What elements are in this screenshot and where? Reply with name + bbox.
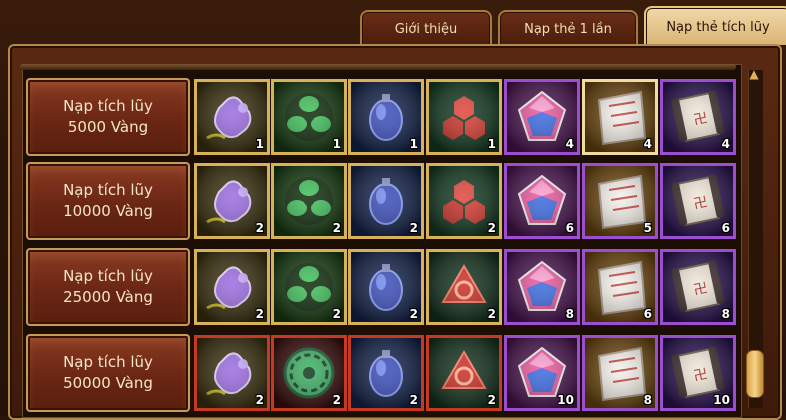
item-quantity: 1 [487, 137, 496, 151]
reward-row: Nạp tích lũy 5000 Vàng 1 1 1 1 4 4 4 [26, 76, 746, 156]
reward-item-slot[interactable]: 1 [348, 79, 424, 155]
reward-item-slot[interactable]: 2 [426, 163, 502, 239]
reward-item-slot[interactable]: 6 [504, 163, 580, 239]
item-quantity: 2 [409, 393, 418, 407]
item-quantity: 2 [332, 393, 341, 407]
reward-item-slot[interactable]: 2 [194, 163, 270, 239]
milestone-button[interactable]: Nạp tích lũy 50000 Vàng [26, 334, 190, 412]
item-quantity: 6 [643, 307, 652, 321]
reward-item-slot[interactable]: 8 [504, 249, 580, 325]
reward-item-slot[interactable]: 1 [194, 79, 270, 155]
milestone-title: Nạp tích lũy [63, 353, 153, 371]
item-quantity: 8 [721, 307, 730, 321]
scroll-up-arrow-icon[interactable]: ▲ [746, 66, 762, 82]
reward-item-slot[interactable]: 卍4 [660, 79, 736, 155]
item-quantity: 4 [565, 137, 574, 151]
reward-item-slot[interactable]: 卍6 [660, 163, 736, 239]
milestone-title: Nạp tích lũy [63, 267, 153, 285]
item-quantity: 4 [643, 137, 652, 151]
tab-single-topup[interactable]: Nạp thẻ 1 lần [498, 10, 638, 46]
item-quantity: 1 [409, 137, 418, 151]
reward-item-slot[interactable]: 2 [348, 335, 424, 411]
reward-row: Nạp tích lũy 10000 Vàng 2 2 2 2 6 5 6 [26, 160, 746, 240]
item-quantity: 2 [255, 307, 264, 321]
item-quantity: 5 [643, 221, 652, 235]
reward-item-slot[interactable]: 8 [582, 335, 658, 411]
reward-item-slot[interactable]: 2 [271, 249, 347, 325]
item-quantity: 1 [255, 137, 264, 151]
reward-item-slot[interactable]: 2 [194, 249, 270, 325]
reward-item-slot[interactable]: 1 [426, 79, 502, 155]
item-quantity: 2 [487, 221, 496, 235]
item-quantity: 6 [721, 221, 730, 235]
item-quantity: 8 [643, 393, 652, 407]
tab-introduction[interactable]: Giới thiệu [360, 10, 492, 46]
milestone-title: Nạp tích lũy [63, 181, 153, 199]
milestone-button[interactable]: Nạp tích lũy 25000 Vàng [26, 248, 190, 326]
reward-item-slot[interactable]: 2 [348, 163, 424, 239]
tab-bar: Giới thiệu Nạp thẻ 1 lần Nạp thẻ tích lũ… [360, 6, 786, 46]
reward-item-slot[interactable]: 6 [582, 249, 658, 325]
item-quantity: 10 [557, 393, 574, 407]
scrollbar-thumb[interactable] [746, 350, 764, 398]
item-quantity: 2 [255, 221, 264, 235]
milestone-button[interactable]: Nạp tích lũy 5000 Vàng [26, 78, 190, 156]
reward-item-slot[interactable]: 卍8 [660, 249, 736, 325]
milestone-button[interactable]: Nạp tích lũy 10000 Vàng [26, 162, 190, 240]
reward-row: Nạp tích lũy 50000 Vàng 2 2 2 2 10 8 10 [26, 332, 746, 412]
item-quantity: 10 [713, 393, 730, 407]
event-window: Giới thiệu Nạp thẻ 1 lần Nạp thẻ tích lũ… [0, 0, 786, 420]
milestone-amount: 10000 Vàng [63, 202, 153, 220]
reward-item-slot[interactable]: 2 [426, 249, 502, 325]
reward-item-slot[interactable]: 4 [582, 79, 658, 155]
item-quantity: 2 [332, 307, 341, 321]
milestone-title: Nạp tích lũy [63, 97, 153, 115]
item-quantity: 2 [332, 221, 341, 235]
item-quantity: 2 [409, 307, 418, 321]
item-quantity: 2 [487, 307, 496, 321]
tab-cumulative-topup[interactable]: Nạp thẻ tích lũy [644, 6, 786, 46]
item-quantity: 2 [409, 221, 418, 235]
reward-row: Nạp tích lũy 25000 Vàng 2 2 2 2 8 6 8 [26, 246, 746, 326]
milestone-amount: 50000 Vàng [63, 374, 153, 392]
reward-item-slot[interactable]: 2 [348, 249, 424, 325]
list-top-divider [20, 64, 736, 70]
reward-item-slot[interactable]: 2 [194, 335, 270, 411]
item-quantity: 2 [255, 393, 264, 407]
reward-item-slot[interactable]: 4 [504, 79, 580, 155]
reward-item-slot[interactable]: 1 [271, 79, 347, 155]
reward-item-slot[interactable]: 2 [426, 335, 502, 411]
milestone-amount: 5000 Vàng [67, 118, 149, 136]
reward-item-slot[interactable]: 卍10 [660, 335, 736, 411]
item-quantity: 1 [332, 137, 341, 151]
item-quantity: 4 [721, 137, 730, 151]
item-quantity: 6 [565, 221, 574, 235]
item-quantity: 8 [565, 307, 574, 321]
reward-item-slot[interactable]: 2 [271, 163, 347, 239]
milestone-amount: 25000 Vàng [63, 288, 153, 306]
item-quantity: 2 [487, 393, 496, 407]
reward-item-slot[interactable]: 5 [582, 163, 658, 239]
reward-item-slot[interactable]: 10 [504, 335, 580, 411]
reward-item-slot[interactable]: 2 [271, 335, 347, 411]
